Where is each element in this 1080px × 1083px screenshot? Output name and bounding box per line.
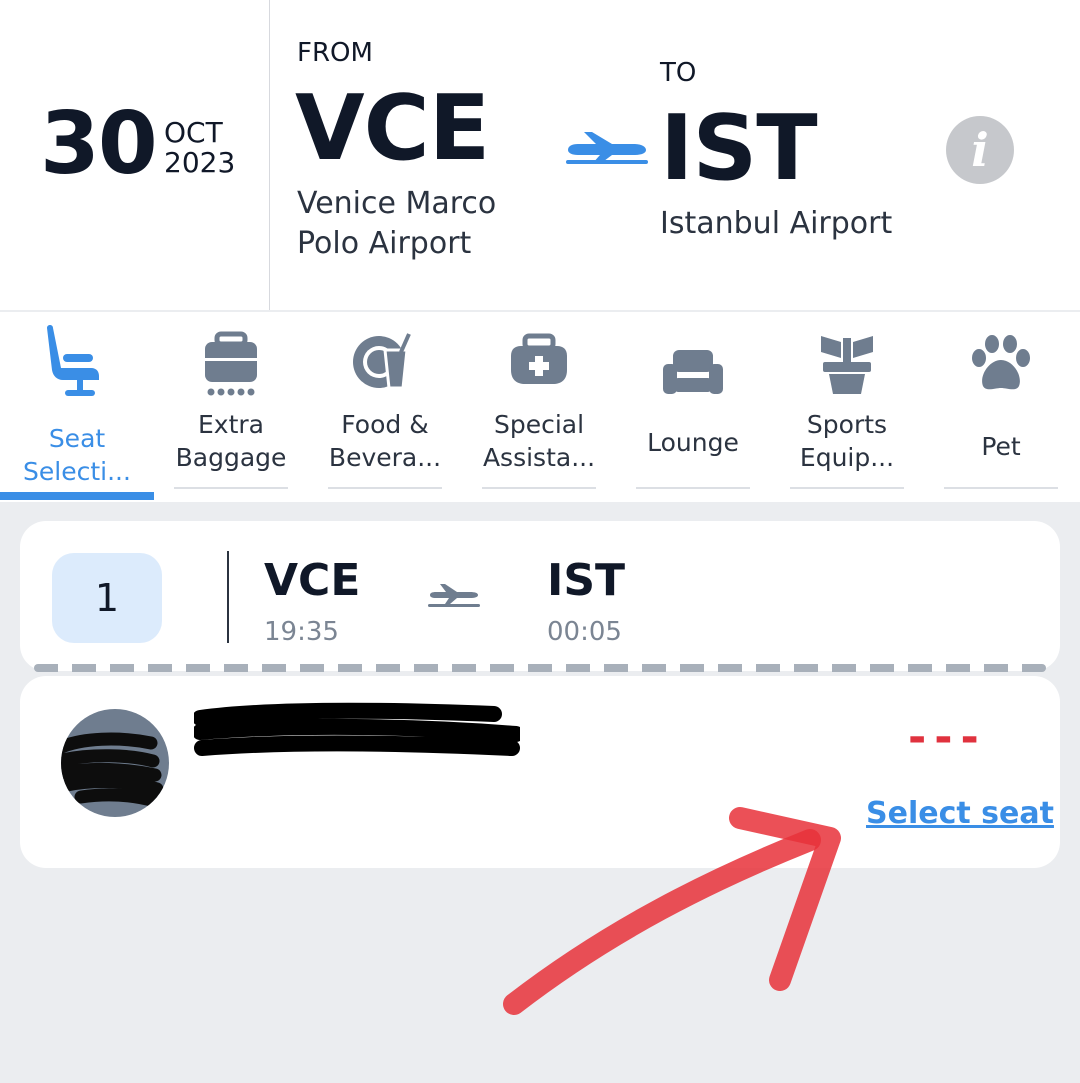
- tab-underline: [790, 487, 904, 489]
- date-day: 30: [40, 94, 158, 194]
- passenger-card: --- Select seat: [20, 676, 1060, 868]
- baggage-icon: [205, 331, 257, 396]
- plane-icon: [566, 132, 648, 164]
- date-month: OCT: [164, 116, 223, 149]
- tab-label: Seat Selecti...: [23, 424, 131, 486]
- origin-airport: Venice Marco Polo Airport: [297, 186, 497, 261]
- tab-label: Food & Bevera...: [328, 410, 442, 472]
- tab-label: Pet: [981, 432, 1021, 461]
- header-divider: [269, 0, 270, 310]
- tab-underline: [174, 487, 288, 489]
- assigned-seat-value: ---: [908, 712, 987, 763]
- paw-icon: [972, 335, 1030, 390]
- segment-departure-time: 19:35: [264, 617, 339, 647]
- food-icon: [353, 333, 411, 390]
- origin-code: VCE: [295, 76, 490, 181]
- redaction-scribble: [61, 732, 164, 808]
- destination-code: IST: [660, 96, 818, 201]
- tab-label: Lounge: [647, 428, 739, 457]
- from-label: FROM: [297, 38, 373, 68]
- segment-origin-code: VCE: [264, 555, 361, 606]
- tab-underline: [482, 487, 596, 489]
- tab-underline: [944, 487, 1058, 489]
- passenger-name-redacted: [194, 702, 520, 756]
- tab-seat-selection[interactable]: Seat Selecti...: [0, 312, 154, 502]
- info-icon[interactable]: i: [946, 116, 1014, 184]
- tab-special-assistance[interactable]: Special Assista...: [462, 312, 616, 502]
- armchair-icon: [663, 350, 723, 394]
- tab-pet[interactable]: Pet: [924, 312, 1078, 502]
- medical-kit-icon: [511, 333, 567, 384]
- flight-segment-card[interactable]: 1 VCE 19:35 IST 00:05: [20, 521, 1060, 671]
- tab-extra-baggage[interactable]: Extra Baggage: [154, 312, 308, 502]
- golf-bag-icon: [821, 336, 873, 394]
- tab-label: Special Assista...: [482, 410, 596, 472]
- segment-destination-code: IST: [547, 555, 626, 606]
- seat-icon: [47, 325, 99, 396]
- tab-lounge[interactable]: Lounge: [616, 312, 770, 502]
- tab-label: Sports Equip...: [799, 410, 895, 472]
- date-year: 2023: [164, 146, 236, 179]
- flight-header: 30 OCT 2023 FROM VCE Venice Marco Polo A…: [0, 0, 1080, 310]
- tab-underline: [636, 487, 750, 489]
- services-tab-bar: Seat Selecti... Extra Baggage Food & Bev…: [0, 312, 1080, 502]
- plane-icon: [428, 584, 480, 607]
- destination-airport: Istanbul Airport: [660, 206, 893, 241]
- avatar: [61, 709, 169, 817]
- tab-label: Extra Baggage: [175, 410, 287, 472]
- tab-underline: [328, 487, 442, 489]
- tab-underline: [0, 492, 154, 500]
- select-seat-link[interactable]: Select seat: [866, 796, 1054, 831]
- card-separator: [34, 664, 1046, 672]
- tab-sports-equipment[interactable]: Sports Equip...: [770, 312, 924, 502]
- tab-food-beverage[interactable]: Food & Bevera...: [308, 312, 462, 502]
- segment-divider: [227, 551, 229, 643]
- segment-number-badge: 1: [52, 553, 162, 643]
- date-block: 30 OCT 2023: [0, 0, 270, 310]
- to-label: TO: [660, 58, 697, 88]
- segment-arrival-time: 00:05: [547, 617, 622, 647]
